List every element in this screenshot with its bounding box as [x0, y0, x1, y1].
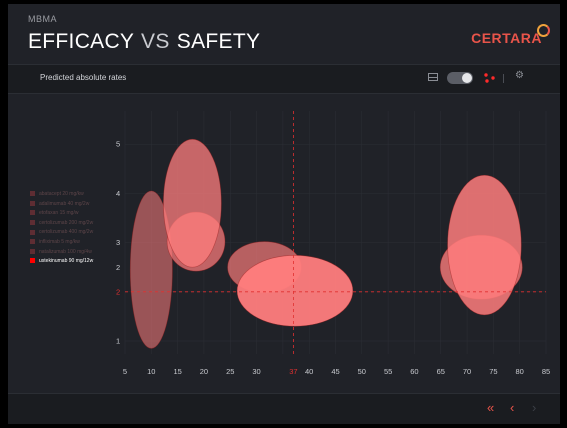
y-tick-label: 4: [116, 189, 120, 198]
prev-page-button[interactable]: ‹: [510, 400, 514, 415]
y-tick-label: 2: [116, 287, 120, 296]
legend-label: infliximab 5 mg/kw: [39, 238, 80, 245]
title-safety: SAFETY: [176, 30, 261, 53]
chart-ellipses: [129, 138, 523, 349]
legend-item[interactable]: certolizumab 200 mg/2w: [30, 220, 93, 230]
ellipse-5: [236, 255, 354, 327]
next-page-button[interactable]: ›: [532, 400, 536, 415]
title-vs: VS: [141, 30, 170, 53]
legend-label: certolizumab 400 mg/2w: [39, 229, 94, 236]
legend-label: etofaxan 15 mg/w: [39, 210, 79, 217]
legend-label: natalizumab 100 mg/4w: [39, 248, 92, 255]
app-window: MBMA EFFICACY VS SAFETY CERTARA Predicte…: [8, 4, 560, 424]
first-page-button[interactable]: «: [487, 400, 494, 415]
ellipse-3: [163, 138, 222, 268]
footer: « ‹ ›: [8, 393, 560, 424]
x-tick-label: 5: [123, 367, 127, 376]
legend-label: ustekinumab 90 mg/12w: [39, 258, 94, 265]
brand-mark-icon: [537, 24, 550, 37]
y-tick-label: 1: [116, 337, 120, 346]
legend-item[interactable]: abatacept 20 mg/kw: [30, 191, 93, 201]
x-tick-label: 65: [437, 367, 445, 376]
x-tick-label: 25: [226, 367, 234, 376]
legend-label: adalimumab 40 mg/2w: [39, 200, 90, 207]
x-axis-ticks: 5 10 15 20 25 30 37 40 45 50 55 60 65 70 75 80 85: [123, 367, 550, 376]
x-tick-label: 37: [289, 367, 297, 376]
y-tick-label: 2: [116, 263, 120, 272]
header: MBMA EFFICACY VS SAFETY CERTARA: [8, 4, 560, 64]
legend-swatch: [30, 239, 35, 245]
legend-item[interactable]: ustekinumab 90 mg/12w: [30, 258, 93, 268]
legend-item[interactable]: adalimumab 40 mg/2w: [30, 201, 93, 211]
legend-swatch: [30, 200, 35, 206]
y-axis-ticks: 1 2 2 3 4 5: [116, 140, 120, 346]
legend-swatch: [30, 229, 35, 235]
legend-swatch: [30, 210, 35, 216]
legend: abatacept 20 mg/kw adalimumab 40 mg/2w eto…: [30, 191, 93, 268]
x-tick-label: 80: [516, 367, 524, 376]
legend-swatch: [30, 219, 35, 225]
brand-logo: CERTARA: [471, 30, 542, 46]
x-tick-label: 55: [384, 367, 392, 376]
x-tick-label: 40: [305, 367, 313, 376]
page-eyebrow: MBMA: [28, 14, 57, 24]
x-tick-label: 85: [542, 367, 550, 376]
y-tick-label: 3: [116, 238, 120, 247]
x-tick-label: 70: [463, 367, 471, 376]
toolbar: Predicted absolute rates ⚙: [8, 64, 560, 94]
scatter-icon[interactable]: [483, 72, 497, 84]
table-icon[interactable]: [428, 73, 438, 81]
x-tick-label: 30: [252, 367, 260, 376]
page-title: EFFICACY VS SAFETY: [28, 30, 260, 54]
legend-item[interactable]: etofaxan 15 mg/w: [30, 210, 93, 220]
x-tick-label: 75: [489, 367, 497, 376]
x-tick-label: 10: [147, 367, 155, 376]
ellipse-7: [447, 174, 522, 316]
x-tick-label: 20: [200, 367, 208, 376]
legend-swatch: [30, 258, 35, 264]
x-tick-label: 50: [358, 367, 366, 376]
view-toggle[interactable]: [447, 72, 473, 84]
legend-swatch: [30, 248, 35, 254]
toolbar-divider: [503, 74, 504, 83]
legend-label: certolizumab 200 mg/2w: [39, 219, 94, 226]
x-tick-label: 15: [173, 367, 181, 376]
toggle-knob: [462, 73, 472, 83]
legend-item[interactable]: natalizumab 100 mg/4w: [30, 249, 93, 259]
chart-subtitle: Predicted absolute rates: [40, 73, 127, 82]
legend-swatch: [30, 191, 35, 197]
legend-item[interactable]: infliximab 5 mg/kw: [30, 239, 93, 249]
title-efficacy: EFFICACY: [28, 30, 134, 53]
gear-icon[interactable]: ⚙: [515, 70, 524, 81]
y-tick-label: 5: [116, 140, 120, 149]
x-tick-label: 60: [410, 367, 418, 376]
legend-label: abatacept 20 mg/kw: [39, 191, 84, 197]
x-tick-label: 45: [331, 367, 339, 376]
legend-item[interactable]: certolizumab 400 mg/2w: [30, 229, 93, 239]
